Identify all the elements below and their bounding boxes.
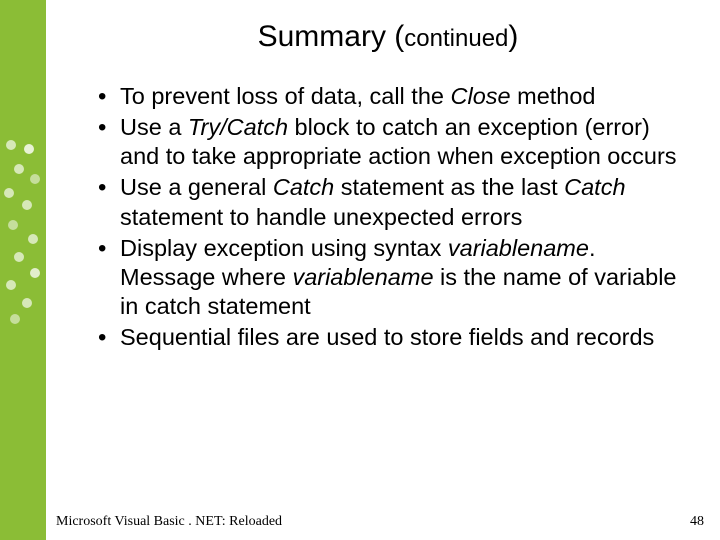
title-paren-open: ( — [394, 20, 404, 53]
bullet-item: To prevent loss of data, call the Close … — [96, 82, 680, 111]
bullet-text: To prevent loss of data, call the — [120, 83, 451, 109]
bullet-list: To prevent loss of data, call the Close … — [96, 82, 680, 352]
keyword-catch: Catch — [273, 174, 334, 200]
bullet-text: Use a general — [120, 174, 273, 200]
bullet-text: where — [215, 264, 292, 290]
keyword-catch: Catch — [564, 174, 625, 200]
bullet-text: . — [589, 235, 596, 261]
bullet-item: Sequential files are used to store field… — [96, 323, 680, 352]
sidebar-dots — [0, 140, 46, 330]
title-paren-close: ) — [508, 20, 518, 53]
bullet-item: Use a Try/Catch block to catch an except… — [96, 113, 680, 171]
bullet-item: Use a general Catch statement as the las… — [96, 173, 680, 231]
slide-content: Summary (continued) To prevent loss of d… — [46, 0, 720, 540]
keyword-variablename: variablename — [448, 235, 589, 261]
keyword-variablename: variablename — [292, 264, 433, 290]
keyword-trycatch: Try/Catch — [188, 114, 288, 140]
bullet-text: statement as the last — [334, 174, 564, 200]
bullet-text: Display exception using syntax — [120, 235, 448, 261]
sidebar-accent — [0, 0, 46, 540]
bullet-item: Display exception using syntax variablen… — [96, 234, 680, 321]
bullet-text: Sequential files are used to store field… — [120, 324, 654, 350]
title-continued: continued — [404, 25, 508, 52]
bullet-text: Use a — [120, 114, 188, 140]
page-number: 48 — [690, 514, 704, 530]
bullet-text: method — [511, 83, 596, 109]
title-main: Summary — [258, 20, 395, 53]
footer-left: Microsoft Visual Basic . NET: Reloaded — [56, 514, 282, 530]
bullet-text: Message — [120, 264, 215, 290]
slide-title: Summary (continued) — [96, 20, 680, 54]
keyword-close: Close — [451, 83, 511, 109]
bullet-text: statement to handle unexpected errors — [120, 204, 522, 230]
